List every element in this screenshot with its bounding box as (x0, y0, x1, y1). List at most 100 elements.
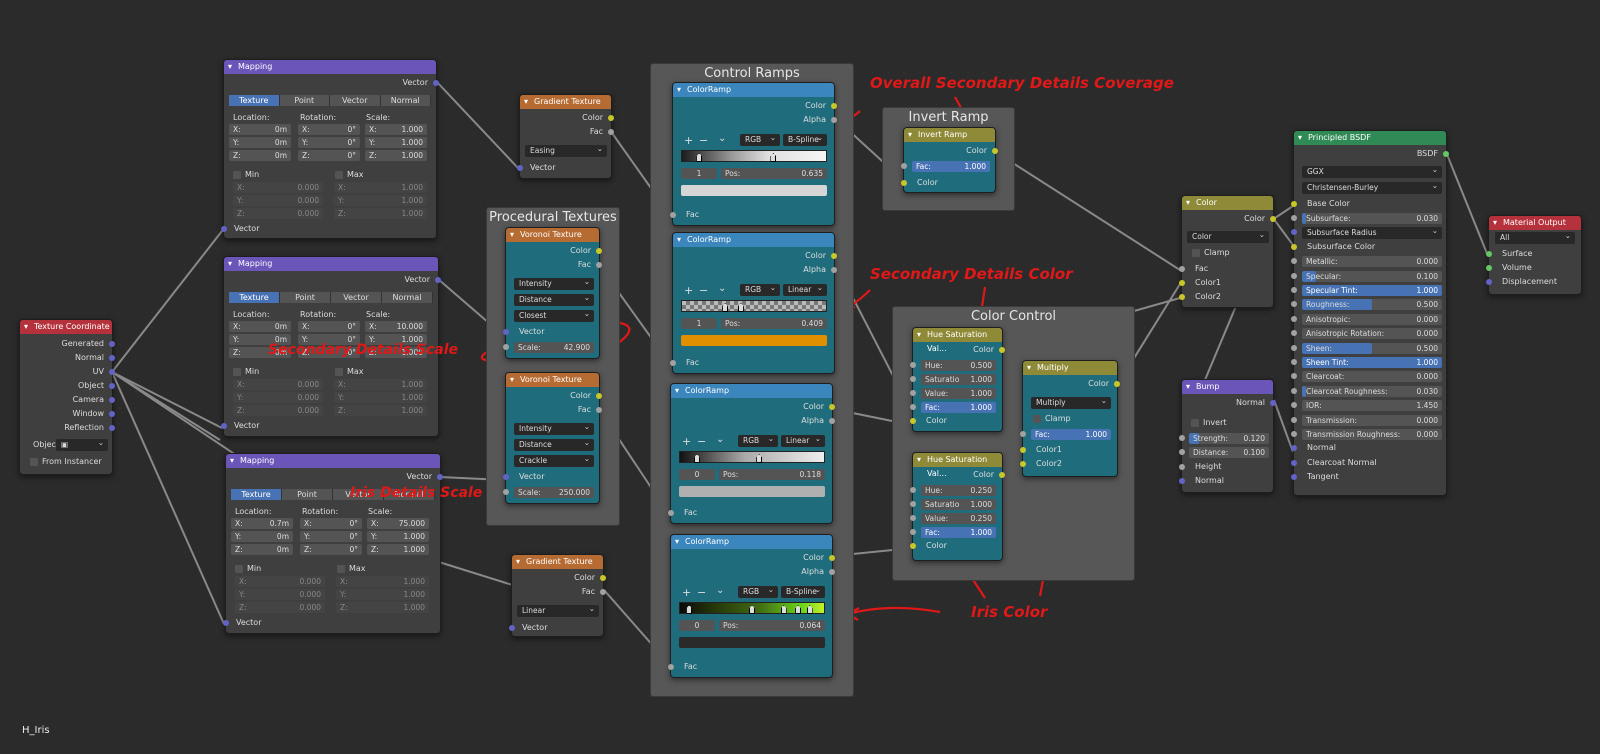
location-x-field[interactable]: X: 0m (229, 124, 291, 135)
color-stop-marker[interactable] (737, 303, 744, 312)
object-field[interactable]: ▣ (56, 437, 108, 451)
color-stop-marker[interactable] (795, 605, 802, 614)
color-stop-marker[interactable] (686, 605, 693, 614)
socket[interactable] (999, 347, 1005, 353)
socket[interactable] (1291, 243, 1297, 250)
tab-vector[interactable]: Vector (331, 292, 382, 303)
socket[interactable] (1179, 478, 1185, 484)
node-title[interactable]: Voronoi Texture (506, 228, 599, 242)
color-stop-marker[interactable] (770, 153, 777, 162)
socket[interactable] (1291, 201, 1297, 207)
socket[interactable] (668, 510, 674, 516)
tab-vector[interactable]: Vector (330, 95, 381, 106)
ramp-menu-button[interactable]: ⌄ (718, 283, 726, 294)
color-stop-marker[interactable] (756, 454, 763, 463)
socket[interactable] (1179, 266, 1185, 272)
color-stop-marker[interactable] (806, 605, 813, 614)
invert-checkbox[interactable] (1191, 419, 1199, 427)
socket[interactable] (109, 425, 115, 431)
input-sheen-field[interactable]: Sheen: 0.500 (1302, 342, 1442, 354)
gradient-type-dropdown[interactable]: Linear (517, 603, 599, 617)
color-stop-marker[interactable] (780, 605, 787, 614)
socket[interactable] (670, 360, 676, 366)
hue-field[interactable]: Hue: 0.250 (921, 485, 996, 496)
location-y-field[interactable]: Y: 0m (229, 137, 291, 148)
socket[interactable] (509, 625, 515, 631)
color-mode-dropdown[interactable]: RGB (740, 282, 780, 296)
color-stop-marker[interactable] (722, 303, 729, 312)
interpolation-dropdown[interactable]: Linear (783, 282, 827, 296)
voronoi-texture-node-1[interactable]: Voronoi Texture Color Fac Intensity Dist… (503, 227, 602, 359)
socket[interactable] (1486, 265, 1492, 271)
fac-field[interactable]: Fac: 1.000 (921, 527, 996, 538)
node-title[interactable]: Bump (1182, 380, 1273, 394)
max-x-field[interactable]: X: 1.000 (336, 576, 429, 587)
socket[interactable] (600, 589, 606, 595)
max-checkbox[interactable] (335, 171, 343, 179)
min-y-field[interactable]: Y: 0.000 (233, 392, 323, 403)
hue-saturation-node-2[interactable]: Hue Saturation Val...ColorHue:0.250Satur… (910, 452, 1005, 561)
node-title[interactable]: Gradient Texture (520, 95, 611, 109)
color-ramp-preview[interactable] (679, 451, 825, 463)
input-roughness-field[interactable]: Roughness: 0.500 (1302, 299, 1442, 311)
invert-node[interactable]: Invert Ramp Color Fac:1.000 Color (901, 127, 998, 193)
min-checkbox[interactable] (233, 171, 241, 179)
scale-x-field[interactable]: X: 1.000 (365, 124, 427, 135)
tab-point[interactable]: Point (280, 292, 331, 303)
min-z-field[interactable]: Z: 0.000 (233, 208, 323, 219)
socket[interactable] (503, 344, 509, 350)
socket[interactable] (1291, 445, 1297, 452)
distance-field[interactable]: Distance: 0.100 (1189, 447, 1269, 458)
mapping-type-tabs[interactable]: Texture Point Vector Normal (229, 95, 431, 106)
strength-field[interactable]: Strength: 0.120 (1189, 433, 1269, 444)
interpolation-dropdown[interactable]: B-Spline (781, 584, 825, 598)
socket[interactable] (1179, 280, 1185, 286)
gradient-type-dropdown[interactable]: Easing (525, 143, 607, 157)
socket[interactable] (829, 555, 835, 561)
color-stop-marker[interactable] (749, 605, 755, 614)
feature-dropdown[interactable]: Closest (514, 308, 594, 322)
socket[interactable] (596, 393, 602, 399)
socket[interactable] (109, 397, 115, 403)
ramp-menu-button[interactable]: ⌄ (716, 434, 724, 445)
socket[interactable] (1179, 464, 1185, 470)
location-z-field[interactable]: Z: 0m (229, 150, 291, 161)
color-ramp-preview[interactable] (679, 602, 825, 614)
mapping-type-tabs[interactable]: Texture Point Vector Normal (229, 292, 433, 303)
location-x-field[interactable]: X: 0.7m (231, 518, 293, 529)
min-x-field[interactable]: X: 0.000 (233, 182, 323, 193)
multiply-node[interactable]: Multiply Color Multiply Clamp Fac:1.000 … (1020, 360, 1120, 477)
socket[interactable] (1291, 387, 1297, 394)
tab-point[interactable]: Point (282, 489, 333, 500)
socket[interactable] (910, 529, 916, 535)
rotation-x-field[interactable]: X: 0° (300, 518, 362, 529)
colorramp-node-4[interactable]: ColorRamp Color Alpha +−⌄ RGBB-Spline 0 Pos: 0.… (668, 534, 835, 678)
saturation-field[interactable]: Saturatio 1.000 (921, 374, 996, 385)
socket[interactable] (910, 543, 916, 549)
socket[interactable] (109, 341, 115, 347)
socket[interactable] (910, 487, 916, 493)
stop-index-field[interactable]: 1 (681, 168, 717, 179)
input-transmission-roughness-field[interactable]: Transmission Roughness: 0.000 (1302, 429, 1442, 440)
max-x-field[interactable]: X: 1.000 (334, 182, 427, 193)
input-metallic-field[interactable]: Metallic: 0.000 (1302, 256, 1442, 268)
rotation-y-field[interactable]: Y: 0° (300, 531, 362, 542)
socket[interactable] (1179, 449, 1185, 455)
tab-normal[interactable]: Normal (382, 292, 433, 303)
max-z-field[interactable]: Z: 1.000 (334, 208, 427, 219)
socket[interactable] (503, 474, 509, 480)
location-y-field[interactable]: Y: 0m (231, 531, 293, 542)
socket[interactable] (596, 248, 602, 254)
feature-dropdown[interactable]: Crackle (514, 453, 594, 467)
min-checkbox[interactable] (233, 368, 241, 376)
socket[interactable] (1179, 435, 1185, 441)
socket[interactable] (670, 212, 676, 218)
socket[interactable] (1291, 474, 1297, 481)
bump-node[interactable]: Bump Normal Invert Strength:0.120 Distan… (1179, 379, 1276, 493)
stop-color-swatch[interactable] (679, 637, 825, 648)
remove-stop-button[interactable]: − (697, 435, 706, 448)
min-x-field[interactable]: X: 0.000 (233, 379, 323, 390)
mapping-node-1[interactable]: MappingVectorTexturePointVectorNormalLoc… (221, 59, 439, 239)
input-subsurface-field[interactable]: Subsurface: 0.030 (1302, 213, 1442, 224)
scale-y-field[interactable]: Y: 1.000 (365, 137, 427, 148)
